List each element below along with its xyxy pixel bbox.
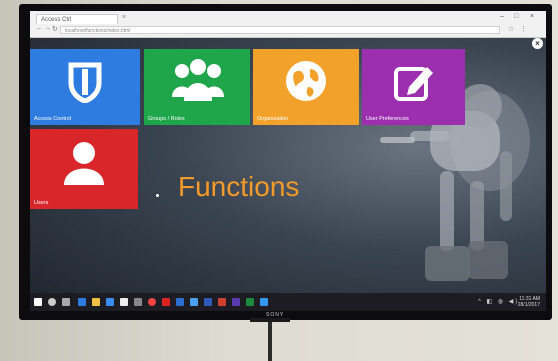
app-icon[interactable] xyxy=(190,298,198,306)
start-icon[interactable] xyxy=(34,298,42,306)
tile-user-preferences[interactable]: User Preferences xyxy=(362,49,465,125)
browser-tab[interactable]: Access Ctrl xyxy=(36,14,118,24)
tile-label: User Preferences xyxy=(366,116,409,122)
clock[interactable]: 11:31 AM 28/1/2017 xyxy=(518,296,540,308)
back-icon[interactable]: ← xyxy=(36,25,43,32)
mouse-cursor xyxy=(156,194,159,197)
minimize-icon[interactable]: – xyxy=(500,13,504,20)
window-close-icon[interactable]: × xyxy=(530,13,534,20)
app-icon[interactable] xyxy=(134,298,142,306)
tile-groups-roles[interactable]: Groups / Roles xyxy=(144,49,250,125)
outlook-icon[interactable] xyxy=(176,298,184,306)
tile-organization[interactable]: Organization xyxy=(253,49,359,125)
edge-icon[interactable] xyxy=(78,298,86,306)
user-icon xyxy=(64,142,104,185)
taskbar: ^ ◧ ◍ ◀) 11:31 AM 28/1/2017 xyxy=(30,293,546,311)
reload-icon[interactable]: ↻ xyxy=(52,25,58,33)
excel-icon[interactable] xyxy=(246,298,254,306)
pdf-icon[interactable] xyxy=(162,298,170,306)
tile-label: Access Control xyxy=(34,116,71,122)
monitor-screen: Access Ctrl × ← → ↻ localhost/functions/… xyxy=(30,11,546,311)
clock-date: 28/1/2017 xyxy=(517,302,540,308)
powerpoint-icon[interactable] xyxy=(218,298,226,306)
shield-icon xyxy=(68,62,102,103)
tile-label: Users xyxy=(34,200,49,206)
onenote-icon[interactable] xyxy=(232,298,240,306)
browser-toolbar: Access Ctrl × ← → ↻ localhost/functions/… xyxy=(30,11,546,38)
monitor-logo: SONY xyxy=(266,312,285,318)
tile-users[interactable]: Users xyxy=(30,129,138,209)
app-icon[interactable] xyxy=(260,298,268,306)
store-icon[interactable] xyxy=(106,298,114,306)
address-bar[interactable]: localhost/functions/index.html xyxy=(60,26,500,34)
tile-label: Groups / Roles xyxy=(148,116,185,122)
search-icon[interactable] xyxy=(48,298,56,306)
edit-icon xyxy=(394,67,433,101)
globe-icon xyxy=(286,61,326,101)
group-icon xyxy=(172,59,224,101)
system-tray[interactable]: ^ ◧ ◍ ◀) xyxy=(478,298,519,305)
page-heading: Functions xyxy=(178,171,300,202)
tile-label: Organization xyxy=(257,116,289,122)
word-icon[interactable] xyxy=(204,298,212,306)
task-view-icon[interactable] xyxy=(62,298,70,306)
monitor-stand xyxy=(250,318,290,322)
chrome-icon[interactable] xyxy=(148,298,156,306)
tab-close-icon[interactable]: × xyxy=(122,14,126,21)
menu-icon[interactable]: ⋮ xyxy=(520,25,527,33)
close-icon[interactable]: × xyxy=(532,38,543,49)
star-icon[interactable]: ☆ xyxy=(508,25,514,33)
maximize-icon[interactable]: □ xyxy=(514,13,518,20)
folder-icon[interactable] xyxy=(92,298,100,306)
forward-icon[interactable]: → xyxy=(44,25,51,32)
notepad-icon[interactable] xyxy=(120,298,128,306)
tile-access-control[interactable]: Access Control xyxy=(30,49,140,125)
